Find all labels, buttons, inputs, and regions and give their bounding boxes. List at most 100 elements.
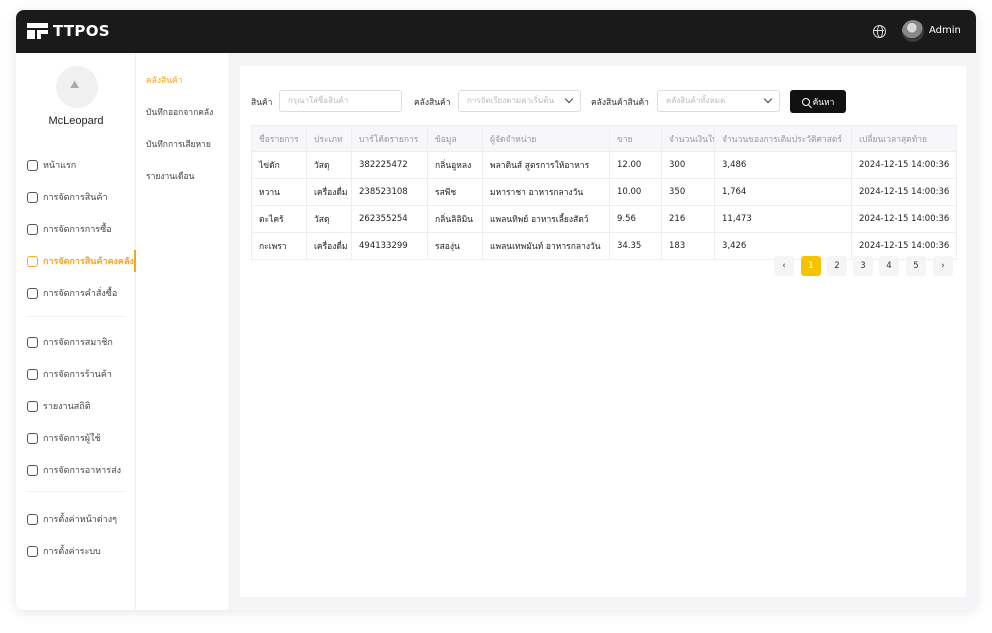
sidebar-item-report[interactable]: รายงานสถิติ bbox=[16, 395, 136, 417]
table-cell: 382225472 bbox=[351, 151, 428, 179]
column-header[interactable]: ข้อมูล bbox=[427, 125, 483, 152]
table-cell: หวาน bbox=[251, 178, 307, 206]
sidebar-item-inventory[interactable]: การจัดการสินค้าคงคลัง bbox=[16, 250, 136, 272]
page-settings-icon bbox=[27, 513, 38, 525]
sidebar-item-label: การจัดการผู้ใช้ bbox=[43, 434, 101, 444]
sidebar-item-dashboard[interactable]: หน้าแรก bbox=[16, 154, 136, 176]
report-icon bbox=[27, 400, 38, 412]
sidebar-item-member[interactable]: การจัดการสมาชิก bbox=[16, 331, 136, 353]
table-row[interactable]: ไข่ดัก วัสดุ 382225472 กลิ่นอูหลง พลาดินส์ ส… bbox=[251, 151, 957, 179]
sidebar-divider bbox=[27, 316, 125, 317]
subnav-item-warehouse[interactable]: คลังสินค้า bbox=[146, 73, 183, 87]
delivery-icon bbox=[27, 464, 38, 476]
profile-avatar bbox=[56, 66, 98, 108]
table-row[interactable]: หวาน เครื่องดื่ม 238523108 รสพีช มหาราชา อาห… bbox=[251, 178, 957, 206]
column-header[interactable]: จำนวนของการเติมประวัติศาสตร์ bbox=[714, 125, 852, 152]
inventory-table: ชื่อรายการ ประเภท บาร์โค้ดรายการ ข้อมูล ผู้จ… bbox=[251, 125, 957, 260]
next-page-button[interactable]: › bbox=[933, 256, 953, 276]
stock-select[interactable]: คลังสินค้าทั้งหมด bbox=[657, 90, 780, 112]
page-button[interactable]: 1 bbox=[801, 256, 821, 276]
sidebar-divider bbox=[27, 491, 125, 492]
page-button[interactable]: 2 bbox=[827, 256, 847, 276]
sidebar-item-order[interactable]: การจัดการคำสั่งซื้อ bbox=[16, 282, 136, 304]
sidebar-item-cart[interactable]: การจัดการการซื้อ bbox=[16, 218, 136, 240]
cart-icon bbox=[27, 223, 38, 235]
page-button[interactable]: 5 bbox=[906, 256, 926, 276]
dashboard-icon bbox=[27, 159, 38, 171]
table-cell: เครื่องดื่ม bbox=[306, 232, 352, 260]
table-cell: กลิ่นอูหลง bbox=[427, 151, 483, 179]
sidebar-item-box[interactable]: การจัดการสินค้า bbox=[16, 186, 136, 208]
stock-filter-label: คลังสินค้าสินค้า bbox=[591, 98, 649, 108]
search-button-label: ค้นหา bbox=[812, 97, 835, 108]
table-cell: 2024-12-15 14:00:36 bbox=[851, 205, 957, 233]
prev-page-button[interactable]: ‹ bbox=[774, 256, 794, 276]
user-name[interactable]: Admin bbox=[929, 25, 961, 36]
table-cell: 238523108 bbox=[351, 178, 428, 206]
sidebar-item-label: การจัดการคำสั่งซื้อ bbox=[43, 289, 118, 299]
column-header[interactable]: จำนวนเงินใน bbox=[661, 125, 715, 152]
page-button[interactable]: 4 bbox=[879, 256, 899, 276]
brand-logo[interactable]: TTPOS bbox=[27, 22, 110, 40]
page-button[interactable]: 3 bbox=[853, 256, 873, 276]
table-cell: 9.56 bbox=[609, 205, 662, 233]
column-header[interactable]: บาร์โค้ดรายการ bbox=[351, 125, 428, 152]
table-cell: 494133299 bbox=[351, 232, 428, 260]
sidebar-item-store[interactable]: การจัดการร้านค้า bbox=[16, 363, 136, 385]
sidebar-item-label: การตั้งค่าหน้าต่างๆ bbox=[43, 515, 117, 525]
chevron-down-icon bbox=[763, 94, 773, 104]
sidebar-item-label: การจัดการสมาชิก bbox=[43, 338, 113, 348]
subnav-item-stock-out[interactable]: บันทึกออกจากคลัง bbox=[146, 105, 213, 119]
sub-navigation: คลังสินค้า บันทึกออกจากคลัง บันทึกการเสี… bbox=[136, 53, 230, 610]
table-cell: มหาราชา อาหารกลางวัน bbox=[482, 178, 610, 206]
member-icon bbox=[27, 336, 38, 348]
table-cell: ตะไคร้ bbox=[251, 205, 307, 233]
product-search-input[interactable]: กรุณาใส่ชื่อสินค้า bbox=[279, 90, 402, 112]
chevron-down-icon bbox=[564, 94, 574, 104]
table-cell: แพลนทิพย์ อาหารเลี้ยงสัตว์ bbox=[482, 205, 610, 233]
table-cell: รสองุ่น bbox=[427, 232, 483, 260]
warehouse-select-value: การจัดเรียงตามค่าเริ่มต้น bbox=[467, 96, 554, 105]
table-header-row: ชื่อรายการ ประเภท บาร์โค้ดรายการ ข้อมูล ผู้จ… bbox=[251, 125, 957, 152]
table-cell: 216 bbox=[661, 205, 715, 233]
table-cell: รสพีช bbox=[427, 178, 483, 206]
column-header[interactable]: ขาย bbox=[609, 125, 662, 152]
main-content: สินค้า กรุณาใส่ชื่อสินค้า คลังสินค้า การ… bbox=[230, 53, 976, 610]
sidebar-item-page-settings[interactable]: การตั้งค่าหน้าต่างๆ bbox=[16, 508, 136, 530]
table-row[interactable]: ตะไคร้ วัสดุ 262355254 กลิ่นลิลิมิน แพลนทิพย… bbox=[251, 205, 957, 233]
content-panel: สินค้า กรุณาใส่ชื่อสินค้า คลังสินค้า การ… bbox=[240, 66, 966, 597]
column-header[interactable]: ชื่อรายการ bbox=[251, 125, 307, 152]
table-cell: 350 bbox=[661, 178, 715, 206]
warehouse-select[interactable]: การจัดเรียงตามค่าเริ่มต้น bbox=[458, 90, 581, 112]
users-icon bbox=[27, 432, 38, 444]
sidebar-username: McLeopard bbox=[48, 115, 104, 127]
search-button[interactable]: ค้นหา bbox=[790, 90, 846, 113]
table-row[interactable]: กะเพรา เครื่องดื่ม 494133299 รสองุ่น แพลนเทพ… bbox=[251, 232, 957, 260]
sidebar-item-delivery[interactable]: การจัดการอาหารส่ง bbox=[16, 459, 136, 481]
avatar[interactable] bbox=[902, 20, 924, 42]
column-header[interactable]: ผู้จัดจำหน่าย bbox=[482, 125, 610, 152]
column-header[interactable]: เปลี่ยนเวลาสุดท้าย bbox=[851, 125, 957, 152]
table-cell: วัสดุ bbox=[306, 205, 352, 233]
table-cell: 300 bbox=[661, 151, 715, 179]
sidebar-item-label: การจัดการสินค้า bbox=[43, 193, 108, 203]
table-cell: แพลนเทพมันท์ อาหารกลางวัน bbox=[482, 232, 610, 260]
order-icon bbox=[27, 287, 38, 299]
table-cell: 183 bbox=[661, 232, 715, 260]
table-cell: 3,486 bbox=[714, 151, 852, 179]
table-cell: เครื่องดื่ม bbox=[306, 178, 352, 206]
sidebar-item-users[interactable]: การจัดการผู้ใช้ bbox=[16, 427, 136, 449]
column-header[interactable]: ประเภท bbox=[306, 125, 352, 152]
sidebar-item-label: การจัดการร้านค้า bbox=[43, 370, 112, 380]
table-cell: กะเพรา bbox=[251, 232, 307, 260]
sidebar-item-label: การตั้งค่าระบบ bbox=[43, 547, 101, 557]
sidebar-item-gear[interactable]: การตั้งค่าระบบ bbox=[16, 540, 136, 562]
app-window: TTPOS Admin McLeopard หน้าแรกการจัดการสิ… bbox=[16, 10, 976, 610]
table-cell: 262355254 bbox=[351, 205, 428, 233]
subnav-item-monthly-report[interactable]: รายงานเดือน bbox=[146, 169, 194, 183]
globe-icon[interactable] bbox=[873, 25, 886, 38]
subnav-item-damage[interactable]: บันทึกการเสียหาย bbox=[146, 137, 211, 151]
table-cell: 11,473 bbox=[714, 205, 852, 233]
top-bar: TTPOS Admin bbox=[16, 10, 976, 53]
product-filter-label: สินค้า bbox=[251, 98, 273, 108]
